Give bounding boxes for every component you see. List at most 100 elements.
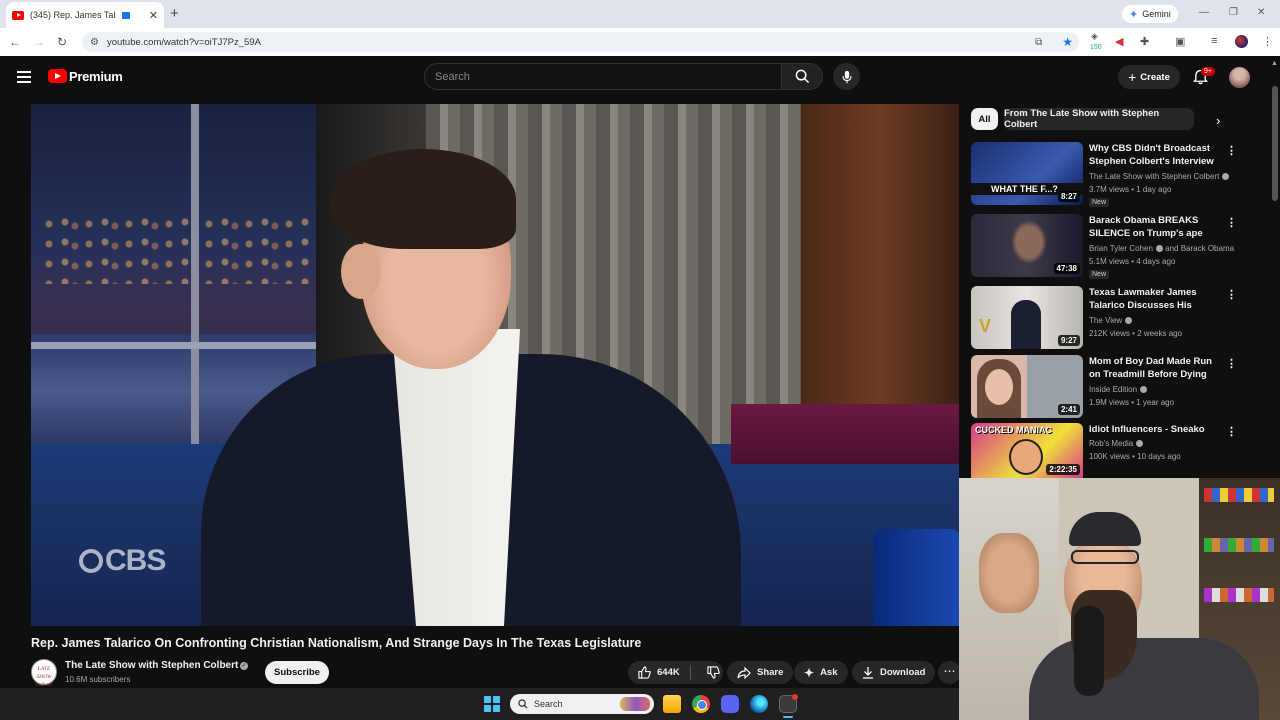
extension-icon[interactable]: ◈ [1091,31,1098,42]
recommended-title[interactable]: Idiot Influencers - Sneako [1089,423,1224,436]
person-cap [1069,512,1141,546]
recommended-title[interactable]: Why CBS Didn't Broadcast Stephen Colbert… [1089,142,1224,168]
install-app-icon[interactable]: ⧉ [1035,37,1042,48]
create-button[interactable]: + Create [1118,65,1180,89]
like-button[interactable]: 644K [628,665,691,680]
youtube-logo-icon[interactable] [48,69,67,83]
gemini-button[interactable]: ✦ Gemini [1122,5,1178,23]
verified-icon [1222,173,1230,180]
back-icon[interactable]: ← [9,35,21,49]
bookmark-star-icon[interactable]: ★ [1062,35,1073,49]
recording-indicator [792,694,798,700]
video-thumbnail[interactable]: WHAT THE F...? 8:27 [971,142,1083,205]
more-actions-button[interactable]: ⋯ [938,661,961,684]
share-button[interactable]: Share [727,661,794,684]
more-options-icon[interactable]: ⋮ [1226,288,1237,301]
download-button[interactable]: Download [852,661,936,684]
recommended-meta: 100K views • 10 days ago [1089,452,1181,461]
recommended-channel[interactable]: The View [1089,316,1133,325]
media-extension-icon[interactable]: ◀ [1115,35,1123,48]
channel-avatar[interactable]: LATE SHOW colbert [31,659,57,688]
cbs-eye-icon [79,549,103,573]
recommended-meta: 3.7M views • 1 day ago [1089,185,1172,194]
forward-icon[interactable]: → [33,35,45,49]
windows-start-icon[interactable] [484,696,500,712]
hamburger-menu-icon[interactable] [17,71,31,86]
search-button[interactable] [781,63,823,90]
taskbar-search[interactable]: Search [510,694,654,714]
chip-all[interactable]: All [971,108,998,130]
windows-taskbar [0,688,959,720]
share-arrow-icon [737,666,751,679]
recommended-title[interactable]: Texas Lawmaker James Talarico Discusses … [1089,286,1224,312]
extensions-puzzle-icon[interactable]: ✚ [1140,35,1149,48]
browser-menu-icon[interactable]: ⋮ [1262,35,1273,48]
dislike-button[interactable] [697,666,731,679]
download-icon [863,667,873,679]
video-duration: 9:27 [1057,335,1080,346]
recommended-channel[interactable]: Inside Edition [1089,385,1148,394]
search-icon [518,699,528,709]
search-input[interactable]: Search [424,63,782,90]
restore-window-icon[interactable]: ❐ [1229,7,1238,18]
reload-icon[interactable]: ↻ [57,35,67,49]
user-avatar[interactable] [1229,67,1250,88]
person-glasses [1071,550,1139,564]
recommended-video[interactable]: CUCKED MANIAC 2:22:35 Idiot Influencers … [971,423,1261,478]
channel-name[interactable]: The Late Show with Stephen Colbert [65,660,238,671]
video-thumbnail[interactable]: CUCKED MANIAC 2:22:35 [971,423,1083,478]
recommended-title[interactable]: Mom of Boy Dad Made Run on Treadmill Bef… [1089,355,1224,381]
scrollbar-thumb[interactable] [1272,86,1278,201]
more-options-icon[interactable]: ⋮ [1226,144,1237,157]
voice-search-button[interactable] [833,63,860,90]
recommended-channel[interactable]: Brian Tyler Cohen and Barack Obama [1089,244,1234,253]
browser-tab[interactable]: (345) Rep. James Talarico O ✕ [6,2,164,28]
chevron-right-icon[interactable]: › [1216,113,1220,128]
ask-button[interactable]: ✦ Ask [794,661,848,684]
video-thumbnail[interactable]: 47:38 [971,214,1083,277]
video-duration: 2:41 [1057,404,1080,415]
recommended-meta: 1.9M views • 1 year ago [1089,398,1175,407]
minimize-window-icon[interactable]: — [1199,7,1209,18]
recommended-video[interactable]: V 9:27 Texas Lawmaker James Talarico Dis… [971,286,1261,350]
more-options-icon[interactable]: ⋮ [1226,425,1237,438]
more-options-icon[interactable]: ⋮ [1226,216,1237,229]
create-label: Create [1140,71,1170,83]
close-window-icon[interactable]: ✕ [1257,7,1265,18]
cast-icon [122,11,130,19]
recommended-video[interactable]: WHAT THE F...? 8:27 Why CBS Didn't Broad… [971,142,1261,207]
file-explorer-icon[interactable] [663,695,681,713]
recommended-title[interactable]: Barack Obama BREAKS SILENCE on Trump's a… [1089,214,1224,240]
more-options-icon[interactable]: ⋮ [1226,357,1237,370]
recommended-channel[interactable]: The Late Show with Stephen Colbert [1089,172,1230,181]
new-tab-button[interactable]: + [170,5,179,22]
split-view-icon[interactable]: ▣ [1175,35,1185,48]
subscribe-button[interactable]: Subscribe [265,661,329,684]
media-controls-icon[interactable]: ≡ [1211,35,1217,47]
like-dislike-group: 644K [628,661,723,684]
recommended-channel[interactable]: Rob's Media [1089,439,1144,448]
chip-from-late-show[interactable]: From The Late Show with Stephen Colbert [1004,108,1194,130]
recommended-video[interactable]: 2:41 Mom of Boy Dad Made Run on Treadmil… [971,355,1261,419]
search-highlight-art [620,697,650,711]
chrome-icon[interactable] [692,695,710,713]
browser-tab-strip [0,0,1280,28]
browser-profile-avatar[interactable] [1235,35,1248,48]
video-title: Rep. James Talarico On Confronting Chris… [31,636,642,650]
recommended-video[interactable]: 47:38 Barack Obama BREAKS SILENCE on Tru… [971,214,1261,279]
youtube-premium-wordmark[interactable]: Premium [69,69,123,84]
discord-icon[interactable] [721,695,739,713]
webcam-overlay [959,478,1280,720]
video-thumbnail[interactable]: V 9:27 [971,286,1083,349]
tab-title: (345) Rep. James Talarico O [30,10,116,20]
site-info-icon[interactable]: ⚙ [90,37,99,48]
edge-icon[interactable] [750,695,768,713]
address-bar[interactable]: ⚙ youtube.com/watch?v=oiTJ7Pz_59A ⧉ ★ [82,32,1079,52]
video-thumbnail[interactable]: 2:41 [971,355,1083,418]
video-player[interactable]: CBS [31,104,959,626]
cbs-watermark-text: CBS [105,544,166,577]
subscriber-count: 10.6M subscribers [65,675,131,684]
active-app-indicator [783,716,793,718]
close-tab-icon[interactable]: ✕ [149,9,158,22]
scroll-up-icon[interactable]: ▲ [1271,60,1278,67]
